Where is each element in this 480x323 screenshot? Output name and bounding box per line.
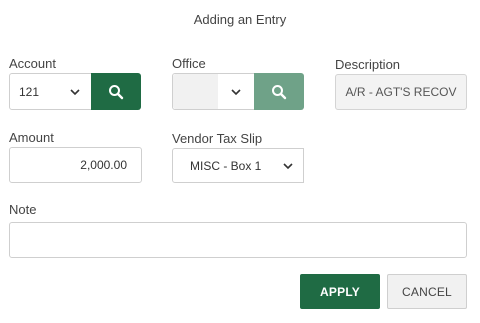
chevron-down-icon xyxy=(283,162,293,169)
search-icon xyxy=(272,84,287,99)
chevron-down-icon xyxy=(70,88,80,95)
amount-label: Amount xyxy=(9,130,54,145)
vendor-tax-slip-select[interactable]: MISC - Box 1 xyxy=(172,148,304,183)
office-search-button[interactable] xyxy=(254,73,304,110)
account-value: 121 xyxy=(19,84,40,99)
account-label: Account xyxy=(9,56,56,71)
cancel-button[interactable]: CANCEL xyxy=(387,274,467,309)
dialog-title: Adding an Entry xyxy=(193,12,287,27)
vendor-tax-slip-value: MISC - Box 1 xyxy=(190,158,262,173)
office-label: Office xyxy=(172,56,206,71)
note-input[interactable] xyxy=(9,222,467,258)
office-value xyxy=(173,74,218,109)
description-field: A/R - AGT'S RECOV xyxy=(335,74,467,110)
account-search-button[interactable] xyxy=(91,73,141,110)
account-select[interactable]: 121 xyxy=(9,73,92,110)
search-icon xyxy=(109,84,124,99)
note-label: Note xyxy=(9,202,37,217)
vendor-tax-slip-label: Vendor Tax Slip xyxy=(172,131,263,146)
description-label: Description xyxy=(335,57,401,72)
chevron-down-icon xyxy=(231,88,241,95)
office-select[interactable] xyxy=(172,73,255,110)
amount-input[interactable]: 2,000.00 xyxy=(9,147,142,183)
apply-button[interactable]: APPLY xyxy=(300,274,380,309)
amount-value: 2,000.00 xyxy=(80,158,127,172)
